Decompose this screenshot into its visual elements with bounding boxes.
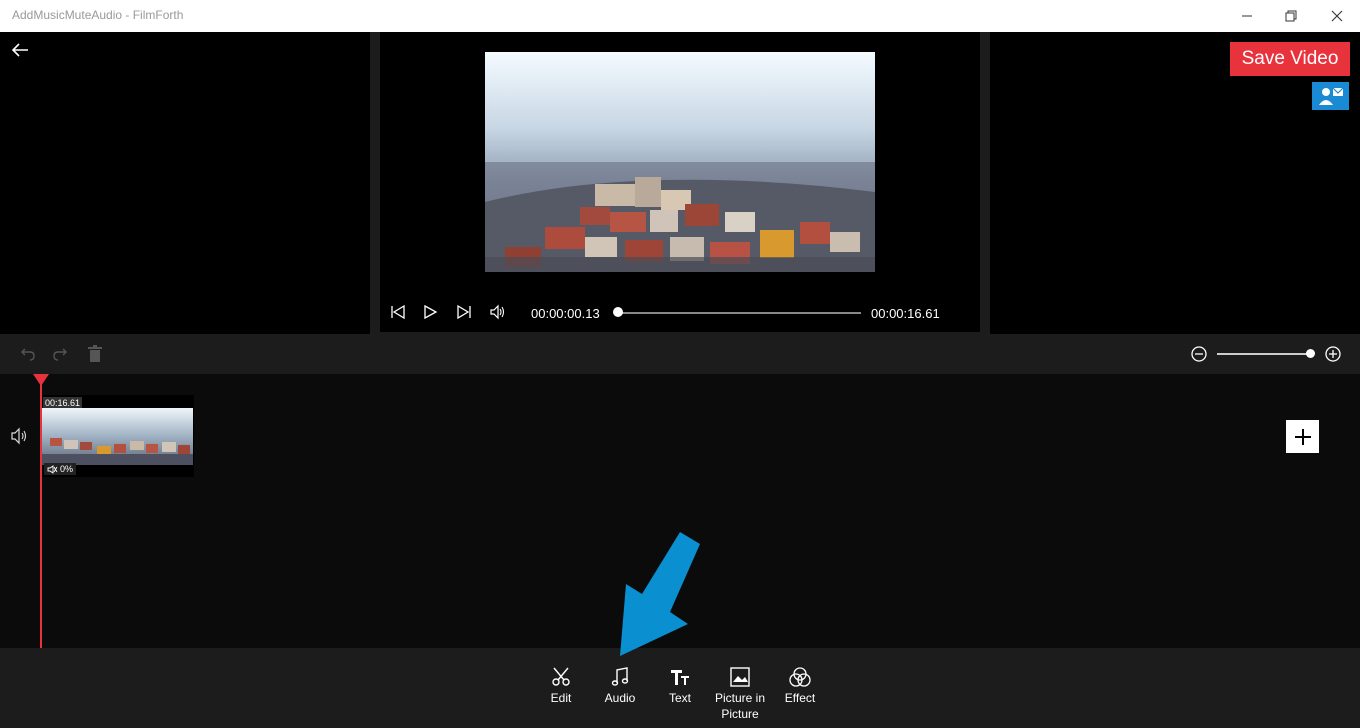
skip-start-icon (391, 304, 405, 320)
clip-volume-value: 0% (60, 464, 74, 474)
delete-button[interactable] (85, 344, 105, 364)
bottom-toolbar: Edit Audio Text Picture in Picture Effec… (0, 648, 1360, 728)
redo-icon (53, 348, 67, 361)
zoom-out-button[interactable] (1189, 344, 1209, 364)
tool-pip-label: Picture in Picture (714, 691, 766, 721)
trash-icon (88, 345, 102, 362)
speaker-icon (11, 427, 27, 445)
timeline-toolbar (0, 334, 1360, 374)
tool-audio-label: Audio (604, 691, 636, 705)
undo-icon (21, 348, 35, 361)
annotation-arrow-icon (620, 532, 700, 656)
back-button[interactable] (8, 38, 32, 62)
track-volume-button[interactable] (10, 427, 30, 447)
zoom-in-icon (1325, 346, 1341, 362)
minimize-button[interactable] (1224, 0, 1270, 32)
contact-button[interactable] (1312, 82, 1349, 110)
redo-button[interactable] (51, 344, 71, 364)
window-title: AddMusicMuteAudio - FilmForth (12, 8, 184, 22)
plus-icon (1294, 428, 1311, 445)
title-bar: AddMusicMuteAudio - FilmForth (0, 0, 1360, 32)
zoom-in-button[interactable] (1323, 344, 1343, 364)
undo-button[interactable] (17, 344, 37, 364)
playhead-handle[interactable] (33, 374, 49, 386)
video-clip[interactable]: 00:16.61 0% (42, 395, 194, 477)
skip-to-end-button[interactable] (454, 302, 474, 322)
clip-thumbnail (42, 408, 193, 465)
effect-icon (789, 667, 811, 687)
tool-effect[interactable]: Effect (770, 666, 830, 706)
tool-audio[interactable]: Audio (590, 666, 650, 706)
play-button[interactable] (420, 302, 440, 322)
mute-icon (47, 464, 58, 474)
play-icon (424, 304, 438, 320)
skip-end-icon (457, 304, 471, 320)
picture-icon (730, 667, 750, 687)
zoom-out-icon (1191, 346, 1207, 362)
back-arrow-icon (11, 43, 28, 57)
current-time: 00:00:00.13 (531, 306, 600, 321)
text-icon (671, 670, 689, 685)
zoom-slider[interactable] (1217, 353, 1311, 355)
seek-bar[interactable] (618, 312, 861, 314)
clip-volume-badge[interactable]: 0% (44, 463, 77, 475)
contact-mail-icon (1318, 87, 1343, 105)
volume-button[interactable] (488, 302, 508, 322)
tool-text-label: Text (668, 691, 691, 705)
volume-icon (490, 304, 505, 320)
music-note-icon (611, 667, 629, 686)
tool-edit[interactable]: Edit (531, 666, 591, 706)
video-preview (485, 52, 875, 272)
tool-edit-label: Edit (550, 691, 572, 705)
seek-knob[interactable] (613, 307, 623, 317)
zoom-slider-knob[interactable] (1306, 349, 1315, 358)
player-controls: 00:00:00.13 00:00:16.61 (380, 292, 980, 332)
add-clip-button[interactable] (1286, 420, 1319, 453)
playhead[interactable] (40, 380, 42, 648)
close-button[interactable] (1314, 0, 1360, 32)
restore-button[interactable] (1268, 0, 1314, 32)
total-time: 00:00:16.61 (871, 306, 940, 321)
save-video-button[interactable]: Save Video (1230, 42, 1350, 76)
skip-to-start-button[interactable] (388, 302, 408, 322)
tool-effect-label: Effect (784, 691, 816, 705)
scissors-icon (552, 667, 570, 686)
tool-picture-in-picture[interactable]: Picture in Picture (710, 666, 770, 722)
tool-text[interactable]: Text (650, 666, 710, 706)
